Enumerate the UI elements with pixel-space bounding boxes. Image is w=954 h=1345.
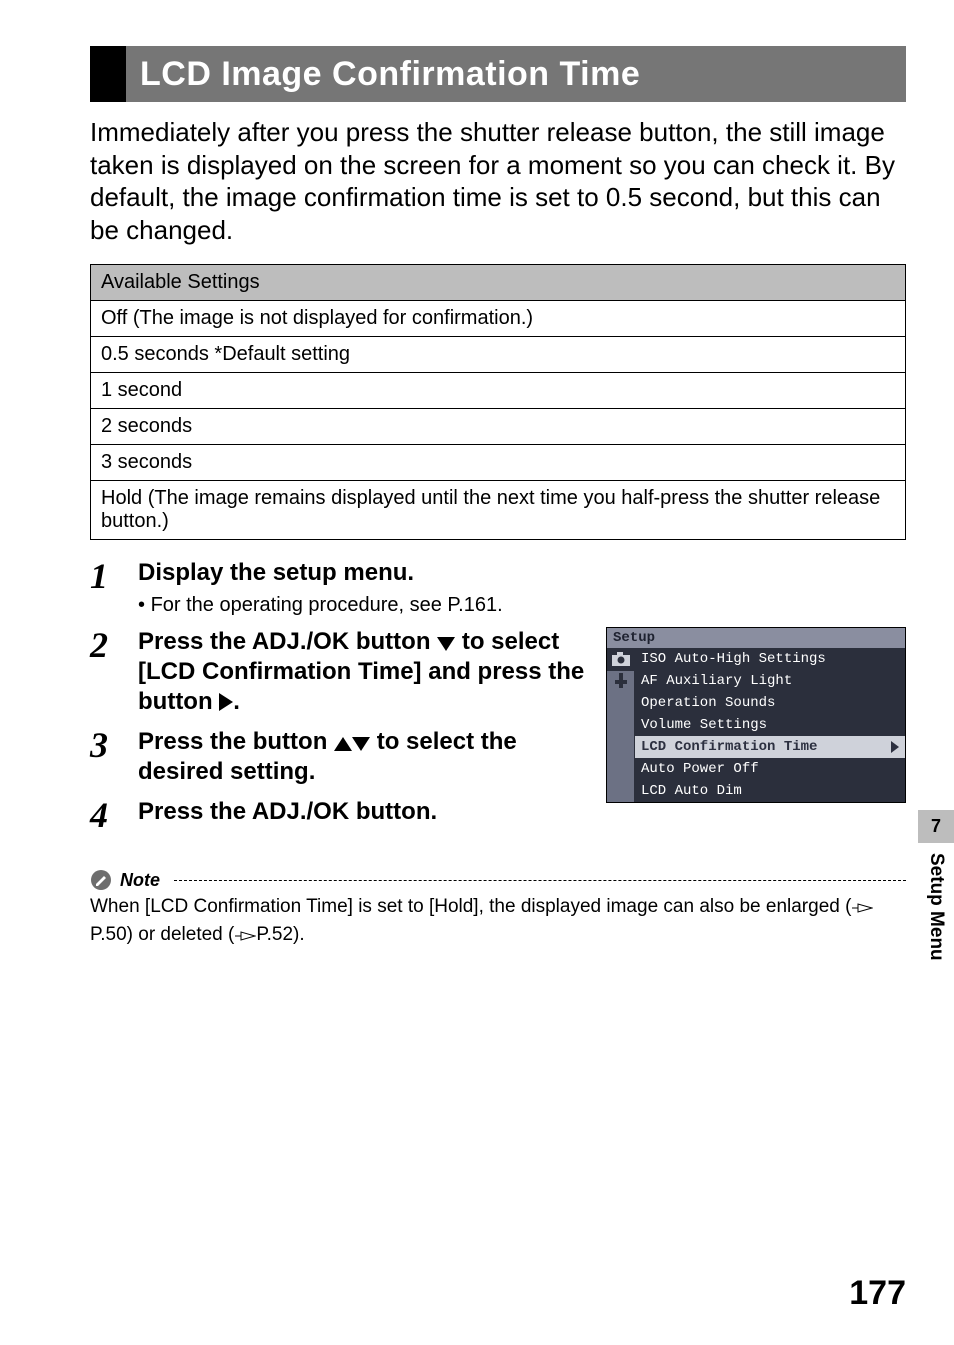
settings-row: 3 seconds (91, 445, 906, 481)
step-number: 4 (90, 797, 138, 833)
section-title: LCD Image Confirmation Time (126, 46, 640, 102)
lcd-item: ISO Auto-High Settings (635, 648, 905, 670)
step-3: 3 Press the button to select the desired… (90, 727, 588, 787)
lcd-item-highlighted: LCD Confirmation Time (635, 736, 905, 758)
note-label: Note (120, 870, 160, 891)
settings-row: 1 second (91, 373, 906, 409)
lcd-item: Operation Sounds (635, 692, 905, 714)
note-ref: P.50 (90, 924, 127, 945)
step-title: Press the ADJ./OK button. (138, 797, 588, 827)
step-text: Press the button (138, 728, 334, 755)
steps-list: 1 Display the setup menu. For the operat… (90, 558, 906, 843)
available-settings-table: Available Settings Off (The image is not… (90, 264, 906, 540)
lcd-preview: Setup ISO Auto-High Settings AF Auxiliar… (606, 627, 906, 803)
step-number: 1 (90, 558, 138, 594)
lcd-iconcol-blank (607, 692, 635, 714)
up-arrow-icon (334, 737, 352, 751)
step-4: 4 Press the ADJ./OK button. (90, 797, 588, 833)
settings-header: Available Settings (91, 265, 906, 301)
step-2: 2 Press the ADJ./OK button to select [LC… (90, 627, 588, 717)
page-number: 177 (849, 1274, 906, 1313)
note-text: When [LCD Confirmation Time] is set to [… (90, 895, 906, 950)
lcd-iconcol-blank (607, 758, 635, 780)
setup-tab-icon (607, 670, 635, 692)
step-text: . (233, 688, 240, 715)
intro-paragraph: Immediately after you press the shutter … (90, 116, 906, 246)
step-bullet: For the operating procedure, see P.161. (138, 594, 906, 617)
lcd-iconcol-blank (607, 736, 635, 758)
pointing-hand-icon (234, 926, 256, 951)
pencil-icon (90, 869, 112, 891)
step-title: Press the button to select the desired s… (138, 727, 588, 787)
settings-row: Off (The image is not displayed for conf… (91, 301, 906, 337)
settings-row: 0.5 seconds *Default setting (91, 337, 906, 373)
lcd-iconcol-blank (607, 780, 635, 802)
lcd-item: Auto Power Off (635, 758, 905, 780)
lcd-iconcol-blank (607, 714, 635, 736)
pointing-hand-icon (851, 898, 873, 923)
chapter-index: 7 (918, 810, 954, 843)
note-text-part: ) or deleted ( (127, 924, 235, 945)
step-1: 1 Display the setup menu. For the operat… (90, 558, 906, 617)
lcd-titlebar: Setup (607, 628, 905, 648)
lcd-item: LCD Auto Dim (635, 780, 905, 802)
step-number: 3 (90, 727, 138, 763)
note-dash-rule (174, 880, 906, 881)
lcd-item-label: LCD Confirmation Time (641, 739, 817, 755)
note-ref: P.52 (256, 924, 293, 945)
note-text-part: ). (293, 924, 305, 945)
lcd-item: Volume Settings (635, 714, 905, 736)
section-header: LCD Image Confirmation Time (90, 46, 906, 102)
down-arrow-icon (437, 637, 455, 651)
down-arrow-icon (352, 737, 370, 751)
settings-row: 2 seconds (91, 409, 906, 445)
step-title: Press the ADJ./OK button to select [LCD … (138, 627, 588, 717)
settings-row: Hold (The image remains displayed until … (91, 481, 906, 540)
header-accent-block (90, 46, 126, 102)
note-block: Note When [LCD Confirmation Time] is set… (90, 869, 906, 950)
chevron-right-icon (891, 741, 899, 753)
step-number: 2 (90, 627, 138, 663)
note-text-part: When [LCD Confirmation Time] is set to [… (90, 896, 851, 917)
right-arrow-icon (219, 693, 233, 711)
chapter-label: Setup Menu (925, 843, 947, 961)
camera-tab-icon (607, 648, 635, 670)
lcd-item: AF Auxiliary Light (635, 670, 905, 692)
chapter-side-tab: 7 Setup Menu (918, 810, 954, 961)
step-text: Press the ADJ./OK button (138, 628, 437, 655)
step-title: Display the setup menu. (138, 558, 906, 588)
